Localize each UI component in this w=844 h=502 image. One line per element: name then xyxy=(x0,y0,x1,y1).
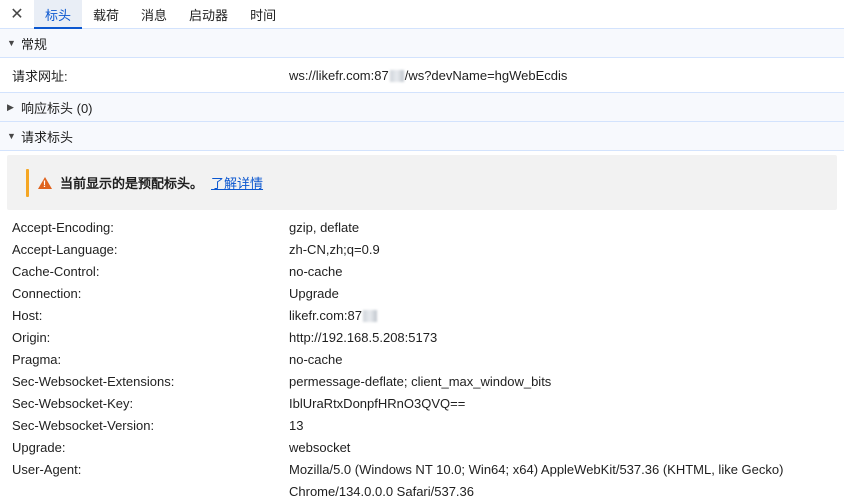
header-value: 13 xyxy=(289,417,304,433)
header-key: Connection: xyxy=(12,285,82,301)
general-section-header[interactable]: ▼ 常规 xyxy=(0,29,844,58)
request-headers-title: 请求标头 xyxy=(21,129,74,145)
header-value: no-cache xyxy=(289,263,343,279)
header-row: Upgrade: websocket xyxy=(0,436,844,458)
expanded-triangle-icon: ▼ xyxy=(7,131,16,141)
header-key: Sec-Websocket-Key: xyxy=(12,395,134,411)
header-row: Sec-Websocket-Key: IblUraRtxDonpfHRnO3QVQ… xyxy=(0,392,844,414)
header-value: http://192.168.5.208:5173 xyxy=(289,329,438,345)
tab-messages[interactable]: 消息 xyxy=(130,0,178,28)
devtools-tabbar: ✕ 标头 载荷 消息 启动器 时间 xyxy=(0,0,844,29)
header-row: Accept-Language: zh-CN,zh;q=0.9 xyxy=(0,238,844,260)
header-row: Cache-Control: no-cache xyxy=(0,260,844,282)
header-row: Connection: Upgrade xyxy=(0,282,844,304)
header-key: User-Agent: xyxy=(12,461,82,477)
header-value: Upgrade xyxy=(289,285,339,301)
header-row: Host: likefr.com:87 xyxy=(0,304,844,326)
header-value: likefr.com:87 xyxy=(289,308,378,323)
collapsed-triangle-icon: ▶ xyxy=(7,101,14,112)
tab-initiator[interactable]: 启动器 xyxy=(178,0,239,28)
redacted-blur xyxy=(362,310,377,323)
header-key: Accept-Encoding: xyxy=(12,219,114,235)
warning-text: 当前显示的是预配标头。 xyxy=(60,176,204,191)
general-section-title: 常规 xyxy=(21,36,48,52)
response-headers-section-header[interactable]: ▶ 响应标头 (0) xyxy=(0,92,844,122)
header-row: Sec-Websocket-Extensions: permessage-defl… xyxy=(0,370,844,392)
header-row: Origin: http://192.168.5.208:5173 xyxy=(0,326,844,348)
header-value: gzip, deflate xyxy=(289,219,360,235)
header-value: IblUraRtxDonpfHRnO3QVQ== xyxy=(289,395,466,411)
header-key: Upgrade: xyxy=(12,439,66,455)
header-row: Sec-Websocket-Version: 13 xyxy=(0,414,844,436)
warning-icon: ! xyxy=(38,176,52,189)
header-value: Mozilla/5.0 (Windows NT 10.0; Win64; x64… xyxy=(289,461,784,477)
request-headers-section-header[interactable]: ▼ 请求标头 xyxy=(0,122,844,151)
header-key: Accept-Language: xyxy=(12,241,118,257)
provisional-headers-warning: ! 当前显示的是预配标头。 了解详情 xyxy=(7,155,837,210)
header-key: Sec-Websocket-Extensions: xyxy=(12,373,175,389)
learn-more-link[interactable]: 了解详情 xyxy=(211,173,263,192)
request-url-value: ws://likefr.com:87/ws?devName=hgWebEcdis xyxy=(289,67,568,83)
request-headers-list: Accept-Encoding: gzip, deflate Accept-Lan… xyxy=(0,210,844,502)
header-key: Sec-Websocket-Version: xyxy=(12,417,155,433)
header-key: Origin: xyxy=(12,329,51,345)
expanded-triangle-icon: ▼ xyxy=(7,38,16,48)
tab-payload[interactable]: 载荷 xyxy=(82,0,130,28)
header-row: Accept-Encoding: gzip, deflate xyxy=(0,216,844,238)
header-row: User-Agent: Mozilla/5.0 (Windows NT 10.0;… xyxy=(0,458,844,480)
response-headers-title: 响应标头 (0) xyxy=(21,100,93,116)
warning-accent-bar xyxy=(26,169,29,197)
header-value: websocket xyxy=(289,439,351,455)
header-value: Chrome/134.0.0.0 Safari/537.36 xyxy=(289,483,475,499)
header-value: permessage-deflate; client_max_window_bi… xyxy=(289,373,552,389)
close-icon[interactable]: ✕ xyxy=(0,0,34,28)
header-value: zh-CN,zh;q=0.9 xyxy=(289,241,380,257)
request-url-label: 请求网址: xyxy=(12,68,68,84)
header-key: Cache-Control: xyxy=(12,263,100,279)
request-url-row: 请求网址: ws://likefr.com:87/ws?devName=hgWe… xyxy=(0,58,844,92)
tab-timing[interactable]: 时间 xyxy=(239,0,287,28)
header-key: Pragma: xyxy=(12,351,62,367)
header-key: Host: xyxy=(12,307,43,323)
redacted-blur xyxy=(389,70,404,83)
tab-headers[interactable]: 标头 xyxy=(34,0,83,29)
header-row: Chrome/134.0.0.0 Safari/537.36 xyxy=(0,480,844,502)
header-row: Pragma: no-cache xyxy=(0,348,844,370)
header-value: no-cache xyxy=(289,351,343,367)
